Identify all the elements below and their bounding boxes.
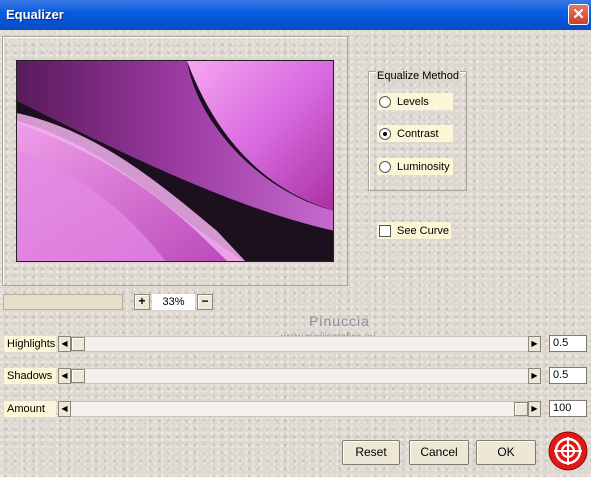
reset-button[interactable]: Reset	[342, 440, 400, 465]
highlights-slider[interactable]	[71, 336, 528, 352]
radio-luminosity-indicator[interactable]	[379, 160, 391, 173]
equalize-method-title: Equalize Method	[376, 70, 460, 83]
ok-button[interactable]: OK	[476, 440, 536, 465]
lifebuoy-help-icon[interactable]	[548, 431, 588, 471]
radio-luminosity-label: Luminosity	[397, 160, 450, 173]
radio-contrast[interactable]: Contrast	[377, 125, 453, 142]
shadows-slider[interactable]	[71, 368, 528, 384]
amount-thumb[interactable]	[514, 402, 528, 416]
zoom-value: 33%	[152, 294, 195, 310]
shadows-thumb[interactable]	[71, 369, 85, 383]
highlights-value[interactable]: 0.5	[549, 335, 587, 352]
arrow-left-icon[interactable]: ◀	[58, 401, 71, 417]
radio-contrast-label: Contrast	[397, 127, 439, 140]
radio-levels-indicator[interactable]	[379, 95, 391, 108]
arrow-right-icon[interactable]: ▶	[528, 401, 541, 417]
preview-image	[16, 60, 334, 262]
shadows-value[interactable]: 0.5	[549, 367, 587, 384]
title-bar: Equalizer ✕	[0, 0, 591, 30]
cancel-button[interactable]: Cancel	[409, 440, 469, 465]
zoom-in-button[interactable]: +	[134, 294, 150, 310]
see-curve-label: See Curve	[397, 224, 449, 237]
progress-field	[3, 294, 123, 310]
watermark-name: Pinuccia	[309, 313, 370, 329]
close-icon[interactable]: ✕	[568, 4, 589, 25]
see-curve-checkbox[interactable]: See Curve	[377, 222, 451, 239]
radio-levels[interactable]: Levels	[377, 93, 453, 110]
arrow-left-icon[interactable]: ◀	[58, 368, 71, 384]
arrow-left-icon[interactable]: ◀	[58, 336, 71, 352]
arrow-right-icon[interactable]: ▶	[528, 336, 541, 352]
amount-value[interactable]: 100	[549, 400, 587, 417]
highlights-label: Highlights	[4, 336, 56, 352]
zoom-out-button[interactable]: −	[197, 294, 213, 310]
shadows-label: Shadows	[4, 368, 56, 384]
see-curve-box[interactable]	[379, 224, 391, 237]
arrow-right-icon[interactable]: ▶	[528, 368, 541, 384]
highlights-thumb[interactable]	[71, 337, 85, 351]
radio-luminosity[interactable]: Luminosity	[377, 158, 453, 175]
window-title: Equalizer	[6, 7, 64, 22]
radio-levels-label: Levels	[397, 95, 429, 108]
amount-slider[interactable]	[71, 401, 528, 417]
amount-label: Amount	[4, 401, 56, 417]
radio-contrast-indicator[interactable]	[379, 127, 391, 140]
